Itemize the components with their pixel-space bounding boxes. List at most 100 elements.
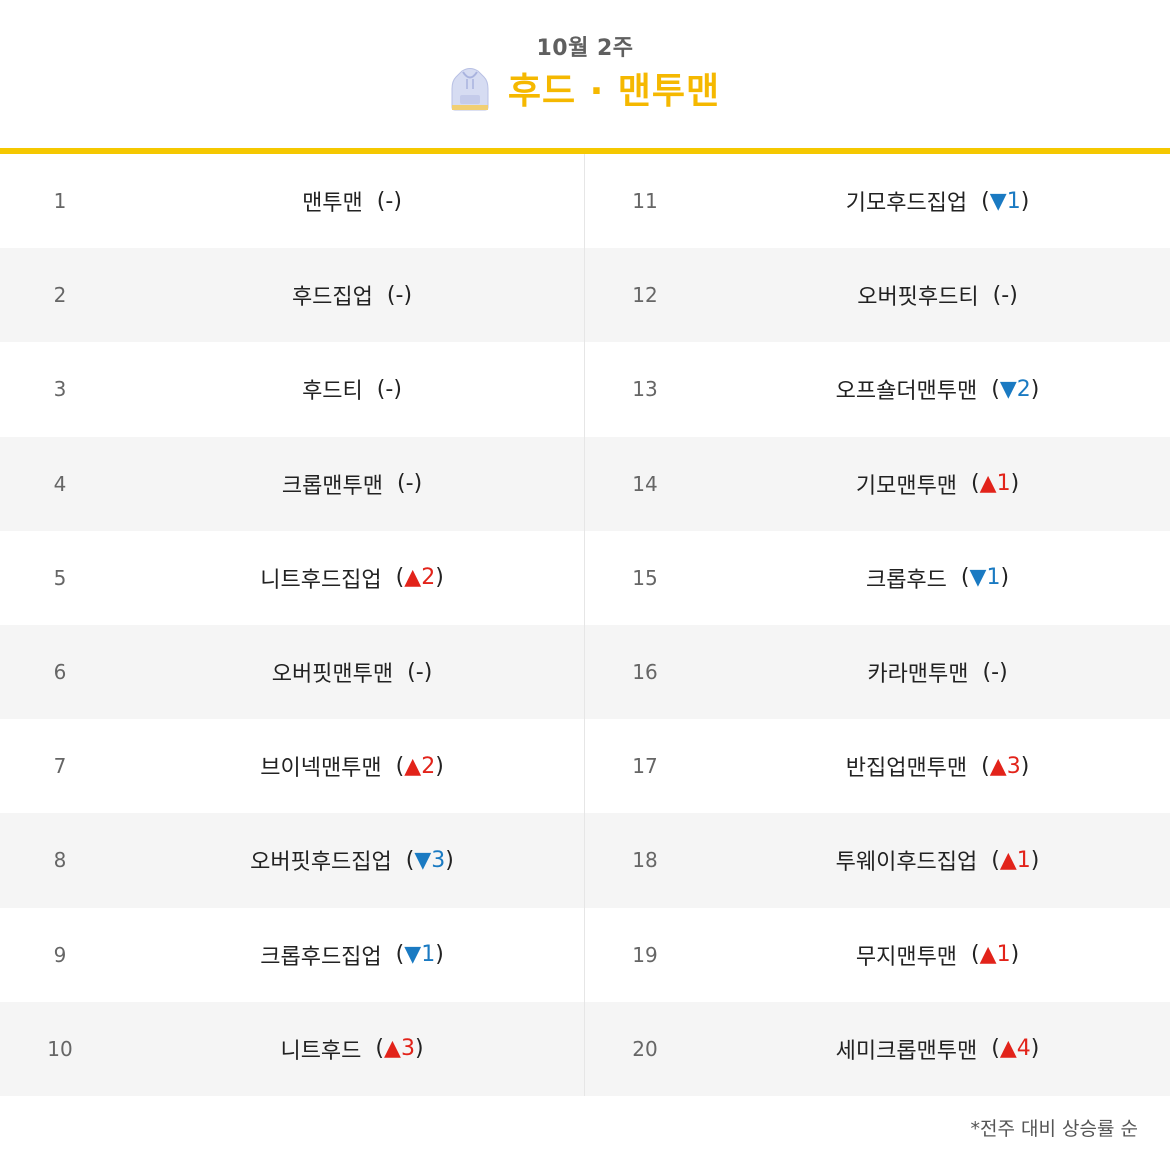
rank-change: (▼1) xyxy=(981,189,1029,214)
table-row: 6 오버핏맨투맨 (-) 16 카라맨투맨 (-) xyxy=(0,625,1170,720)
ranking-item: 후드티 (-) xyxy=(120,342,584,436)
close-paren: ) xyxy=(435,942,444,968)
rank-change: (-) xyxy=(387,283,412,308)
up-triangle-icon: ▲ xyxy=(979,942,997,968)
change-value: - xyxy=(415,659,424,685)
table-row: 10 니트후드 (▲3) 20 세미크롭맨투맨 (▲4) xyxy=(0,1001,1170,1096)
item-name: 브이넥맨투맨 xyxy=(260,756,382,782)
change-value: 1 xyxy=(1006,188,1021,214)
rank-change: (▼1) xyxy=(396,942,444,967)
rank-change: (▲1) xyxy=(971,942,1019,967)
table-row: 7 브이넥맨투맨 (▲2) 17 반집업맨투맨 (▲3) xyxy=(0,719,1170,813)
rank-change: (▲2) xyxy=(396,754,444,779)
open-paren: ( xyxy=(991,1036,1000,1062)
rank-change: (▲3) xyxy=(375,1036,423,1061)
ranking-item: 니트후드집업 (▲2) xyxy=(120,531,584,625)
open-paren: ( xyxy=(395,753,405,779)
ranking-item: 후드집업 (-) xyxy=(120,248,584,342)
up-triangle-icon: ▲ xyxy=(999,1036,1017,1062)
period-label: 10월 2주 xyxy=(536,36,634,61)
rank-number: 19 xyxy=(632,942,658,967)
rank-number: 11 xyxy=(632,189,658,214)
rank-change: (▲3) xyxy=(981,754,1029,779)
rank-number: 7 xyxy=(53,754,67,779)
rank-number: 13 xyxy=(632,377,658,402)
ranking-item: 브이넥맨투맨 (▲2) xyxy=(120,719,584,813)
rank-number: 4 xyxy=(53,471,67,496)
column-divider xyxy=(584,154,585,1096)
close-paren: ) xyxy=(445,847,454,873)
header: 10월 2주 후드 · 맨투맨 xyxy=(0,0,1170,148)
hoodie-icon xyxy=(450,67,490,113)
close-paren: ) xyxy=(999,659,1008,685)
item-name: 오버핏후드티 xyxy=(857,285,979,311)
down-triangle-icon: ▼ xyxy=(989,188,1007,214)
item-name: 후드집업 xyxy=(291,285,373,311)
item-name: 크롭후드집업 xyxy=(260,944,382,970)
ranking-item: 크롭후드집업 (▼1) xyxy=(120,908,584,1002)
close-paren: ) xyxy=(1030,1036,1040,1062)
open-paren: ( xyxy=(981,188,990,214)
rank-number: 10 xyxy=(47,1036,73,1061)
ranking-item: 기모후드집업 (▼1) xyxy=(705,154,1170,248)
up-triangle-icon: ▲ xyxy=(979,471,997,497)
item-name: 후드티 xyxy=(302,379,363,405)
ranking-item: 투웨이후드집업 (▲1) xyxy=(705,813,1170,907)
rank-change: (-) xyxy=(377,377,402,402)
item-name: 크롭맨투맨 xyxy=(281,473,384,499)
ranking-item: 오버핏후드티 (-) xyxy=(705,248,1170,342)
item-name: 오프숄더맨투맨 xyxy=(835,379,978,405)
category-title: 후드 · 맨투맨 xyxy=(507,71,721,112)
item-name: 크롭후드 xyxy=(865,567,947,593)
open-paren: ( xyxy=(992,282,1002,308)
close-paren: ) xyxy=(435,753,444,779)
rank-number: 3 xyxy=(53,377,67,402)
open-paren: ( xyxy=(991,847,1000,873)
rank-change: (▼3) xyxy=(406,848,454,873)
close-paren: ) xyxy=(1009,282,1018,308)
close-paren: ) xyxy=(413,471,423,497)
rank-number: 20 xyxy=(632,1036,658,1061)
change-value: 1 xyxy=(996,942,1011,968)
up-triangle-icon: ▲ xyxy=(404,565,422,591)
ranking-item: 카라맨투맨 (-) xyxy=(705,625,1170,719)
ranking-item: 오버핏후드집업 (▼3) xyxy=(120,813,584,907)
ranking-item: 오프숄더맨투맨 (▼2) xyxy=(705,342,1170,436)
rank-number: 2 xyxy=(53,283,67,308)
item-name: 기모맨투맨 xyxy=(855,473,958,499)
ranking-item: 니트후드 (▲3) xyxy=(120,1002,584,1096)
open-paren: ( xyxy=(991,376,1000,402)
change-value: 3 xyxy=(1006,753,1021,779)
ranking-item: 세미크롭맨투맨 (▲4) xyxy=(705,1002,1170,1096)
change-value: 1 xyxy=(996,471,1011,497)
rank-number: 12 xyxy=(632,283,658,308)
rank-change: (▼1) xyxy=(961,565,1009,590)
change-value: 1 xyxy=(986,565,1001,591)
open-paren: ( xyxy=(960,565,970,591)
open-paren: ( xyxy=(982,659,992,685)
close-paren: ) xyxy=(1030,847,1040,873)
close-paren: ) xyxy=(435,565,444,591)
close-paren: ) xyxy=(414,1036,424,1062)
rank-change: (-) xyxy=(397,471,422,496)
close-paren: ) xyxy=(393,188,402,214)
item-name: 맨투맨 xyxy=(302,191,363,217)
up-triangle-icon: ▲ xyxy=(384,1036,401,1062)
rank-number: 14 xyxy=(632,471,658,496)
item-name: 무지맨투맨 xyxy=(855,944,958,970)
open-paren: ( xyxy=(971,942,980,968)
item-name: 투웨이후드집업 xyxy=(835,850,978,876)
rank-number: 1 xyxy=(53,189,67,214)
up-triangle-icon: ▲ xyxy=(404,753,422,779)
table-row: 1 맨투맨 (-) 11 기모후드집업 (▼1) xyxy=(0,154,1170,248)
rank-change: (▼2) xyxy=(991,377,1039,402)
down-triangle-icon: ▼ xyxy=(414,847,432,873)
close-paren: ) xyxy=(1010,471,1020,497)
ranking-item: 맨투맨 (-) xyxy=(120,154,584,248)
item-name: 니트후드 xyxy=(280,1038,362,1064)
change-value: 3 xyxy=(400,1036,415,1062)
rank-number: 18 xyxy=(632,848,658,873)
rank-change: (-) xyxy=(993,283,1018,308)
open-paren: ( xyxy=(397,471,406,497)
rank-change: (▲1) xyxy=(991,848,1039,873)
